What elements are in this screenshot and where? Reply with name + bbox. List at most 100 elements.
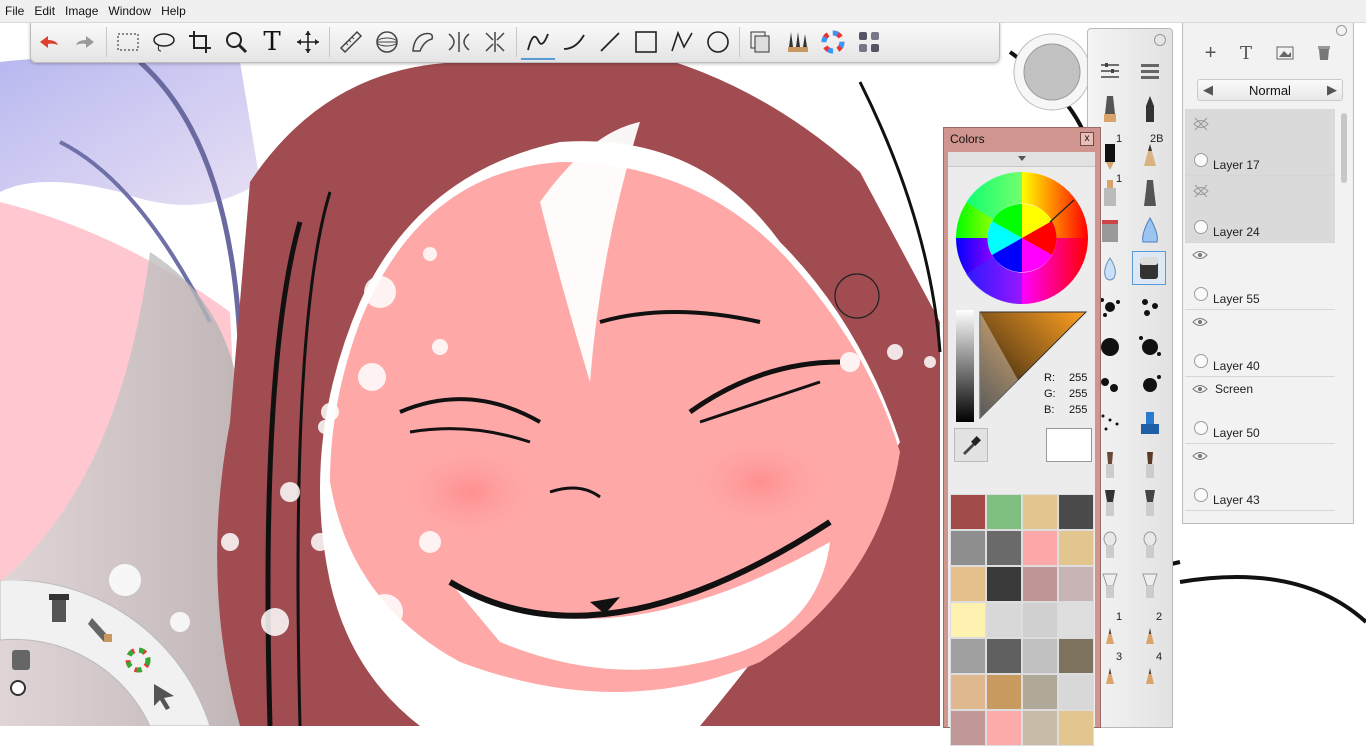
perspective-icon[interactable] <box>478 25 512 59</box>
spatter-2-icon[interactable] <box>1134 369 1166 401</box>
color-swatch[interactable] <box>1058 530 1094 566</box>
color-swatch[interactable] <box>1022 530 1058 566</box>
marker-icon[interactable] <box>1134 177 1166 209</box>
redo-icon[interactable] <box>68 25 102 59</box>
menu-window[interactable]: Window <box>103 0 156 22</box>
brush-settings-icon[interactable] <box>1094 55 1126 87</box>
color-swatch[interactable] <box>950 674 986 710</box>
layer-row[interactable]: Layer 40 <box>1185 310 1335 377</box>
eye-icon[interactable] <box>1192 384 1208 394</box>
blend-mode-selector[interactable]: ◀ Normal ▶ <box>1197 79 1343 101</box>
airbrush-icon[interactable] <box>1094 93 1126 125</box>
nib-2-icon[interactable] <box>1134 619 1166 651</box>
value-slider[interactable] <box>956 310 974 422</box>
layer-row[interactable]: Layer 55 <box>1185 243 1335 310</box>
menu-edit[interactable]: Edit <box>29 0 60 22</box>
color-swatch[interactable] <box>986 566 1022 602</box>
layer-row[interactable]: Screen Layer 50 <box>1185 377 1335 444</box>
brush-palette-close-icon[interactable] <box>1154 34 1166 46</box>
select-rect-icon[interactable] <box>111 25 145 59</box>
color-swatch[interactable] <box>1058 638 1094 674</box>
add-image-layer-icon[interactable] <box>1276 46 1294 60</box>
brush-puck[interactable] <box>1012 22 1092 112</box>
stamp-icon[interactable] <box>1134 407 1166 439</box>
blob-2-icon[interactable] <box>1134 331 1166 363</box>
color-swatch[interactable] <box>1022 710 1058 746</box>
layer-select-radio[interactable] <box>1194 354 1208 368</box>
color-swatch[interactable] <box>986 710 1022 746</box>
eye-hidden-icon[interactable] <box>1192 116 1210 132</box>
color-wheel-icon[interactable] <box>816 25 850 59</box>
layer-select-radio[interactable] <box>1194 421 1208 435</box>
color-swatch[interactable] <box>1022 674 1058 710</box>
add-text-layer-icon[interactable]: T <box>1240 43 1252 64</box>
layers-panel-close-icon[interactable] <box>1336 25 1347 36</box>
colors-mode-dropdown[interactable] <box>948 152 1095 167</box>
color-swatch[interactable] <box>986 674 1022 710</box>
colors-panel-close-icon[interactable]: x <box>1080 132 1094 146</box>
layer-row[interactable]: Layer 24 <box>1185 176 1335 243</box>
colors-panel-header[interactable]: Colors x <box>944 128 1100 150</box>
color-swatch[interactable] <box>950 638 986 674</box>
eye-icon[interactable] <box>1192 317 1208 327</box>
round-brush-2-icon[interactable] <box>1134 529 1166 561</box>
eraser-icon[interactable] <box>1132 251 1166 285</box>
eye-icon[interactable] <box>1192 451 1208 461</box>
zoom-icon[interactable] <box>219 25 253 59</box>
color-swatch[interactable] <box>986 602 1022 638</box>
layer-select-radio[interactable] <box>1194 287 1208 301</box>
symmetry-icon[interactable] <box>442 25 476 59</box>
layer-select-radio[interactable] <box>1194 153 1208 167</box>
color-swatch[interactable] <box>1022 638 1058 674</box>
eye-hidden-icon[interactable] <box>1192 183 1210 199</box>
color-swatch[interactable] <box>950 530 986 566</box>
paintbrush-2-icon[interactable] <box>1134 449 1166 481</box>
color-swatch[interactable] <box>1058 566 1094 602</box>
ellipse-guide-icon[interactable] <box>370 25 404 59</box>
color-swatch[interactable] <box>1058 710 1094 746</box>
layer-row[interactable]: Layer 43 <box>1185 444 1335 511</box>
chevron-left-icon[interactable]: ◀ <box>1198 82 1218 98</box>
freehand-stroke-icon[interactable] <box>521 24 555 60</box>
delete-layer-icon[interactable] <box>1317 45 1331 61</box>
color-swatch[interactable] <box>1022 566 1058 602</box>
flat-brush-2-icon[interactable] <box>1134 487 1166 519</box>
rectangle-icon[interactable] <box>629 25 663 59</box>
color-swatch[interactable] <box>950 602 986 638</box>
lagoon-tools-icon[interactable] <box>49 594 69 622</box>
polyline-icon[interactable] <box>665 25 699 59</box>
color-swatch[interactable] <box>1022 494 1058 530</box>
move-icon[interactable] <box>291 25 325 59</box>
lasso-icon[interactable] <box>147 25 181 59</box>
curve-stroke-icon[interactable] <box>557 25 591 59</box>
line-icon[interactable] <box>593 25 627 59</box>
layer-row[interactable]: Layer 17 <box>1185 109 1335 176</box>
menu-image[interactable]: Image <box>60 0 103 22</box>
current-color-swatch[interactable] <box>1046 428 1092 462</box>
pencil-2b-icon[interactable] <box>1134 141 1166 173</box>
menu-help[interactable]: Help <box>156 0 191 22</box>
pencil-icon[interactable] <box>1134 93 1166 125</box>
circle-icon[interactable] <box>701 25 735 59</box>
color-swatch[interactable] <box>950 710 986 746</box>
add-layer-icon[interactable]: + <box>1205 42 1217 65</box>
undo-icon[interactable] <box>32 25 66 59</box>
nib-4-icon[interactable] <box>1134 659 1166 691</box>
crop-icon[interactable] <box>183 25 217 59</box>
smear-icon[interactable] <box>1134 215 1166 247</box>
ruler-icon[interactable] <box>334 25 368 59</box>
color-swatch[interactable] <box>986 494 1022 530</box>
copic-icon[interactable] <box>852 25 886 59</box>
layer-select-radio[interactable] <box>1194 220 1208 234</box>
color-wheel[interactable] <box>956 172 1088 304</box>
color-swatch[interactable] <box>986 638 1022 674</box>
layer-list-scrollbar[interactable] <box>1339 109 1349 509</box>
french-curve-icon[interactable] <box>406 25 440 59</box>
eyedropper-icon[interactable] <box>954 428 988 462</box>
color-swatch[interactable] <box>1058 602 1094 638</box>
brush-list-icon[interactable] <box>1134 55 1166 87</box>
text-tool-icon[interactable]: T <box>255 25 289 59</box>
color-swatch[interactable] <box>1058 674 1094 710</box>
chevron-right-icon[interactable]: ▶ <box>1322 82 1342 98</box>
color-swatch[interactable] <box>950 566 986 602</box>
